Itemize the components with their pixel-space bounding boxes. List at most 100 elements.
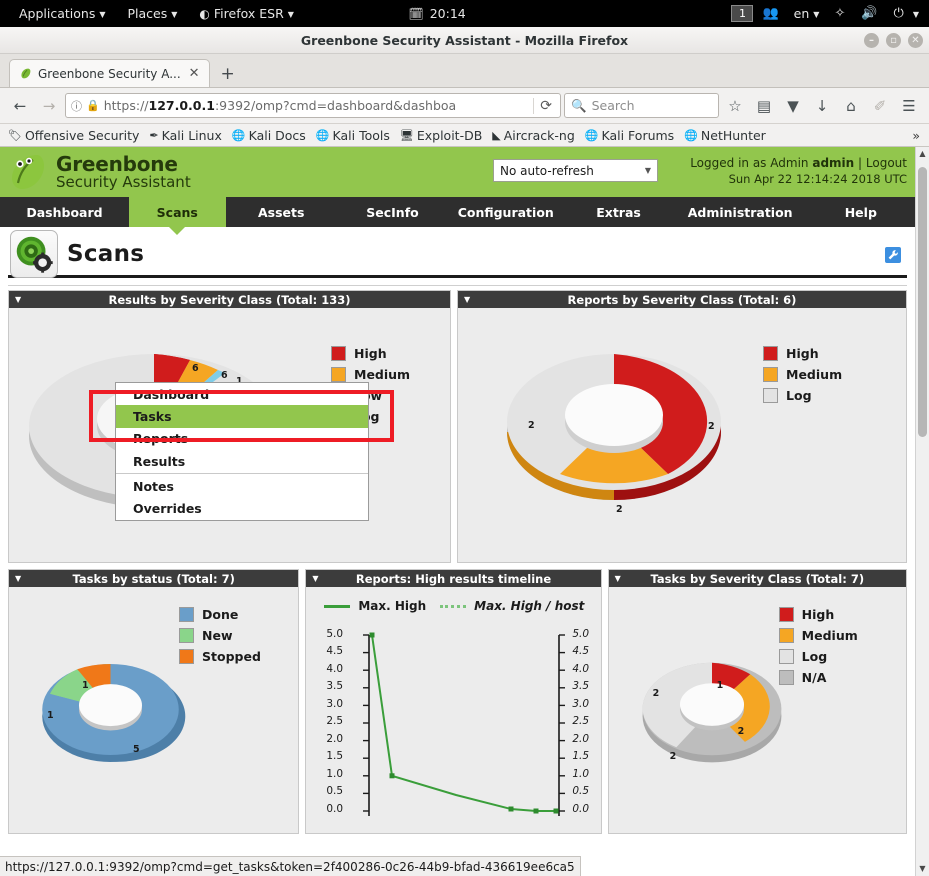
user-role: Admin: [770, 156, 809, 170]
bookmark-kali-linux[interactable]: ✒ Kali Linux: [145, 128, 225, 143]
nav-scans[interactable]: Scans: [129, 197, 226, 227]
workspace-indicator[interactable]: 1: [731, 5, 754, 22]
downloads-icon[interactable]: ↓: [809, 93, 835, 119]
bookmark-label: Kali Linux: [161, 127, 222, 143]
bookmark-star-icon[interactable]: ☆: [722, 93, 748, 119]
firefox-icon: ◐: [199, 6, 210, 21]
legend-item-log[interactable]: Log: [778, 649, 858, 664]
bookmark-kali-docs[interactable]: 🌐 Kali Docs: [228, 128, 310, 143]
pocket-icon[interactable]: ▼: [780, 93, 806, 119]
legend-item-high[interactable]: High: [331, 346, 410, 361]
library-icon[interactable]: ▤: [751, 93, 777, 119]
ytick-right: 3.0: [572, 698, 590, 710]
collapse-icon[interactable]: ▼: [615, 574, 621, 583]
legend-item-high[interactable]: High: [778, 607, 858, 622]
scan-icon: [10, 230, 58, 278]
lock-warning-icon[interactable]: 🔒: [86, 99, 100, 112]
tab-strip: Greenbone Security A... ✕ +: [0, 54, 929, 88]
legend-tasks-status: Done New Stopped: [179, 607, 261, 664]
legend-label: Medium: [801, 628, 858, 643]
nav-assets[interactable]: Assets: [226, 197, 337, 227]
nav-dashboard[interactable]: Dashboard: [0, 197, 129, 227]
legend-item-high[interactable]: High: [763, 346, 842, 361]
bookmark-exploit-db[interactable]: 🖥 Exploit-DB: [396, 128, 486, 143]
legend-label: High: [354, 346, 387, 361]
collapse-icon[interactable]: ▼: [15, 295, 21, 304]
url-input[interactable]: https://127.0.0.1:9392/omp?cmd=dashboard…: [104, 98, 530, 113]
auto-refresh-select[interactable]: No auto-refresh ▼: [493, 159, 658, 182]
menu-item-overrides[interactable]: Overrides: [116, 497, 368, 519]
legend-label: Stopped: [202, 649, 261, 664]
logout-link[interactable]: Logout: [866, 156, 907, 170]
legend-item-medium[interactable]: Medium: [763, 367, 842, 382]
search-bar[interactable]: 🔍 Search: [564, 93, 719, 118]
home-icon[interactable]: ⌂: [838, 93, 864, 119]
applications-menu[interactable]: Applications ▼: [8, 0, 117, 27]
nav-configuration[interactable]: Configuration: [448, 197, 563, 227]
clock-area[interactable]: 🗓 20:14: [409, 6, 466, 21]
panel-title: Reports: High results timeline: [355, 571, 552, 586]
url-bar[interactable]: ⓘ 🔒 https://127.0.0.1:9392/omp?cmd=dashb…: [65, 93, 561, 118]
legend-item-new[interactable]: New: [179, 628, 261, 643]
swatch-medium: [763, 367, 779, 382]
users-icon[interactable]: 👥: [755, 6, 785, 21]
forward-icon[interactable]: →: [36, 93, 62, 119]
bookmark-aircrack-ng[interactable]: ◣ Aircrack-ng: [488, 128, 579, 143]
legend-item-medium[interactable]: Medium: [331, 367, 410, 382]
legend-item-medium[interactable]: Medium: [778, 628, 858, 643]
reload-icon[interactable]: ⟳: [533, 97, 558, 114]
volume-icon[interactable]: 🔊: [854, 6, 884, 21]
scrollbar-thumb[interactable]: [918, 167, 927, 437]
brand-line-2: Security Assistant: [56, 172, 191, 191]
menu-item-notes[interactable]: Notes: [116, 475, 368, 497]
bookmark-kali-tools[interactable]: 🌐 Kali Tools: [312, 128, 394, 143]
language-menu[interactable]: en ▼: [788, 0, 826, 27]
ytick-right: 1.0: [572, 768, 590, 780]
maximize-button[interactable]: ▫: [886, 32, 901, 48]
scroll-up-icon[interactable]: ▲: [916, 147, 929, 161]
bookmark-nethunter[interactable]: 🌐 NetHunter: [680, 128, 770, 143]
firefox-menu[interactable]: ◐ Firefox ESR ▼: [188, 0, 305, 27]
nav-secinfo[interactable]: SecInfo: [337, 197, 448, 227]
page-scrollbar-vertical[interactable]: ▲ ▼: [915, 147, 929, 876]
nav-help[interactable]: Help: [807, 197, 915, 227]
collapse-icon[interactable]: ▼: [312, 574, 318, 583]
scroll-down-icon[interactable]: ▼: [916, 862, 929, 876]
search-input[interactable]: Search: [592, 98, 635, 113]
collapse-icon[interactable]: ▼: [15, 574, 21, 583]
legend-item-done[interactable]: Done: [179, 607, 261, 622]
gsa-main-nav: Dashboard Scans Assets SecInfo Configura…: [0, 197, 915, 227]
desktop-top-panel: Applications ▼ Places ▼ ◐ Firefox ESR ▼ …: [0, 0, 929, 27]
bookmarks-overflow-icon[interactable]: »: [912, 128, 925, 143]
bluetooth-icon[interactable]: ✧: [827, 6, 852, 21]
power-icon[interactable]: ⏻: [887, 6, 911, 21]
back-icon[interactable]: ←: [7, 93, 33, 119]
hamburger-menu-icon[interactable]: ☰: [896, 93, 922, 119]
legend-item-na[interactable]: N/A: [778, 670, 858, 685]
close-button[interactable]: ✕: [908, 32, 923, 48]
new-tab-button[interactable]: +: [210, 64, 246, 87]
menu-item-results[interactable]: Results: [116, 450, 368, 472]
nav-administration[interactable]: Administration: [674, 197, 807, 227]
separator: |: [858, 156, 863, 170]
nav-extras[interactable]: Extras: [563, 197, 673, 227]
legend-line-dotted: [440, 604, 467, 608]
bookmark-offensive-security[interactable]: 🏷 Offensive Security: [4, 128, 143, 143]
slice-label-stopped: 1: [82, 680, 89, 691]
minimize-button[interactable]: –: [864, 32, 879, 48]
collapse-icon[interactable]: ▼: [464, 295, 470, 304]
bookmark-label: Kali Forums: [601, 127, 675, 143]
legend-item-log[interactable]: Log: [763, 388, 842, 403]
tab-close-icon[interactable]: ✕: [187, 66, 202, 81]
identity-info-icon[interactable]: ⓘ: [71, 98, 82, 114]
places-menu[interactable]: Places ▼: [117, 0, 189, 27]
legend-item-stopped[interactable]: Stopped: [179, 649, 261, 664]
chevron-down-icon[interactable]: ▼: [913, 10, 923, 19]
edit-dashboard-wrench-icon[interactable]: [885, 247, 901, 263]
panel-header: ▼ Reports: High results timeline: [306, 570, 601, 587]
browser-tab[interactable]: Greenbone Security A... ✕: [9, 59, 210, 87]
swatch-stopped: [179, 649, 194, 664]
sync-icon[interactable]: ✐: [867, 93, 893, 119]
bookmark-kali-forums[interactable]: 🌐 Kali Forums: [581, 128, 678, 143]
slice-label-high: 1: [716, 680, 724, 691]
